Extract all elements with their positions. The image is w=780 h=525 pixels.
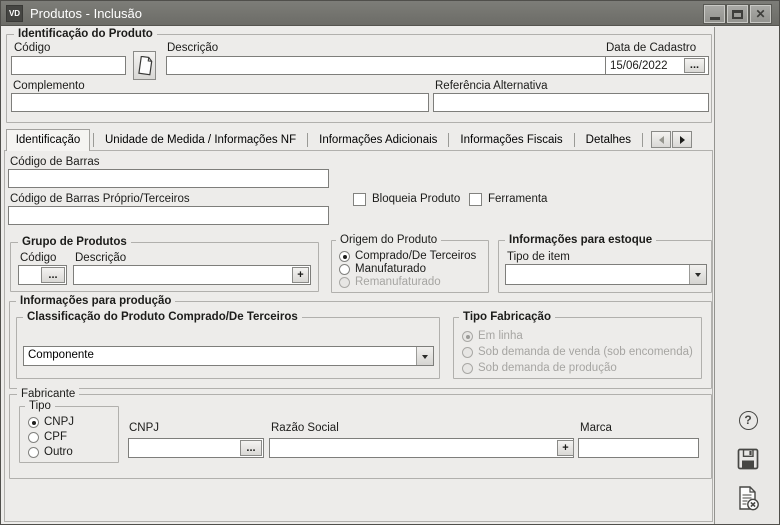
radio-outro[interactable] (28, 447, 39, 458)
chevron-down-icon (695, 273, 701, 280)
codigo-input[interactable] (11, 56, 126, 75)
maximize-icon (732, 10, 743, 19)
group-fabricante-tipo-title: Tipo (25, 400, 55, 412)
data-cadastro-browse-button[interactable]: ... (684, 58, 705, 73)
tab-scroll-right-button[interactable] (672, 131, 692, 148)
tab-scroll-left-button[interactable] (651, 131, 671, 148)
group-origem-produto-title: Origem do Produto (336, 234, 441, 246)
tab-strip: Unidade de Medida / Informações NF Infor… (93, 129, 649, 150)
tab-scroll-left-icon (659, 136, 664, 144)
group-grupo-produtos-title: Grupo de Produtos (18, 236, 131, 248)
codigo-label: Código (14, 42, 50, 54)
tab-detalhes[interactable]: Detalhes (575, 134, 642, 146)
grupo-descricao-add-button[interactable]: + (292, 267, 309, 283)
tab-identificacao[interactable]: Identificação (6, 129, 90, 151)
grupo-codigo-browse-button[interactable]: ... (41, 267, 65, 283)
radio-manufaturado-label: Manufaturado (355, 263, 426, 275)
tipo-item-dropdown-button[interactable] (689, 265, 706, 284)
group-informacoes-producao-title: Informações para produção (16, 295, 175, 307)
radio-em-linha (462, 331, 473, 342)
tab-scroll-right-icon (680, 136, 685, 144)
minimize-icon (710, 17, 720, 20)
grupo-descricao-label: Descrição (75, 252, 126, 264)
titlebar[interactable]: VD Produtos - Inclusão (1, 1, 779, 26)
cnpj-browse-button[interactable]: ... (240, 440, 262, 456)
tab-propriedades[interactable]: Propriedades (643, 134, 649, 146)
radio-sob-demanda-producao (462, 363, 473, 374)
complemento-label: Complemento (13, 80, 85, 92)
radio-comprado-terceiros-label: Comprado/De Terceiros (355, 250, 476, 262)
tab-unidade-medida[interactable]: Unidade de Medida / Informações NF (94, 134, 307, 146)
bloqueia-produto-label: Bloqueia Produto (372, 193, 460, 205)
descricao-input[interactable] (166, 56, 626, 75)
cancel-button[interactable] (735, 485, 761, 511)
radio-em-linha-label: Em linha (478, 330, 523, 342)
radio-outro-label: Outro (44, 446, 73, 458)
referencia-alternativa-label: Referência Alternativa (435, 80, 548, 92)
tab-informacoes-adicionais[interactable]: Informações Adicionais (308, 134, 448, 146)
complemento-input[interactable] (11, 93, 429, 112)
minimize-button[interactable] (704, 5, 725, 23)
referencia-alternativa-input[interactable] (433, 93, 709, 112)
bloqueia-produto-checkbox[interactable] (353, 193, 366, 206)
razao-social-add-button[interactable]: + (557, 440, 574, 456)
close-icon (755, 5, 765, 23)
chevron-down-icon (422, 355, 428, 362)
ferramenta-checkbox[interactable] (469, 193, 482, 206)
tipo-item-dropdown[interactable] (505, 264, 707, 285)
grupo-codigo-label: Código (20, 252, 56, 264)
group-informacoes-estoque-title: Informações para estoque (505, 234, 656, 246)
save-icon (737, 448, 759, 470)
codigo-barras-proprio-input[interactable] (8, 206, 329, 225)
classificacao-value: Componente (28, 349, 94, 361)
radio-manufaturado[interactable] (339, 264, 350, 275)
marca-label: Marca (580, 422, 612, 434)
ferramenta-label: Ferramenta (488, 193, 547, 205)
radio-remanufaturado-label: Remanufaturado (355, 276, 441, 288)
maximize-button[interactable] (727, 5, 748, 23)
document-icon (137, 56, 153, 76)
classificacao-dropdown[interactable]: Componente (23, 346, 434, 366)
radio-sob-demanda-venda-label: Sob demanda de venda (sob encomenda) (478, 346, 693, 358)
radio-cpf[interactable] (28, 432, 39, 443)
codigo-barras-proprio-label: Código de Barras Próprio/Terceiros (10, 193, 190, 205)
tab-informacoes-fiscais[interactable]: Informações Fiscais (449, 134, 573, 146)
data-cadastro-label: Data de Cadastro (606, 42, 696, 54)
radio-sob-demanda-venda (462, 347, 473, 358)
group-classificacao-title: Classificação do Produto Comprado/De Ter… (23, 311, 302, 323)
cnpj-label: CNPJ (129, 422, 159, 434)
product-inclusion-dialog: VD Produtos - Inclusão Identificação do … (0, 0, 780, 525)
codigo-barras-label: Código de Barras (10, 156, 100, 168)
codigo-barras-input[interactable] (8, 169, 329, 188)
group-tipo-fabricacao-title: Tipo Fabricação (459, 311, 555, 323)
descricao-label: Descrição (167, 42, 218, 54)
help-icon: ? (739, 411, 758, 430)
cancel-document-icon (736, 485, 761, 512)
classificacao-dropdown-button[interactable] (416, 347, 433, 365)
copy-code-button[interactable] (133, 51, 156, 80)
close-button[interactable] (750, 5, 771, 23)
razao-social-label: Razão Social (271, 422, 339, 434)
razao-social-input[interactable] (269, 438, 574, 458)
app-icon[interactable]: VD (6, 5, 23, 22)
marca-input[interactable] (578, 438, 699, 458)
radio-comprado-terceiros[interactable] (339, 251, 350, 262)
radio-cpf-label: CPF (44, 431, 67, 443)
grupo-descricao-input[interactable] (73, 265, 311, 285)
radio-cnpj[interactable] (28, 417, 39, 428)
radio-cnpj-label: CNPJ (44, 416, 74, 428)
help-button[interactable]: ? (735, 407, 761, 433)
window-title: Produtos - Inclusão (30, 1, 142, 26)
radio-sob-demanda-producao-label: Sob demanda de produção (478, 362, 617, 374)
tipo-item-label: Tipo de item (507, 251, 570, 263)
group-identificacao-produto-title: Identificação do Produto (14, 28, 157, 40)
side-button-strip: ? (714, 27, 780, 525)
radio-remanufaturado (339, 277, 350, 288)
save-button[interactable] (735, 446, 761, 472)
group-fabricante-title: Fabricante (17, 388, 79, 400)
